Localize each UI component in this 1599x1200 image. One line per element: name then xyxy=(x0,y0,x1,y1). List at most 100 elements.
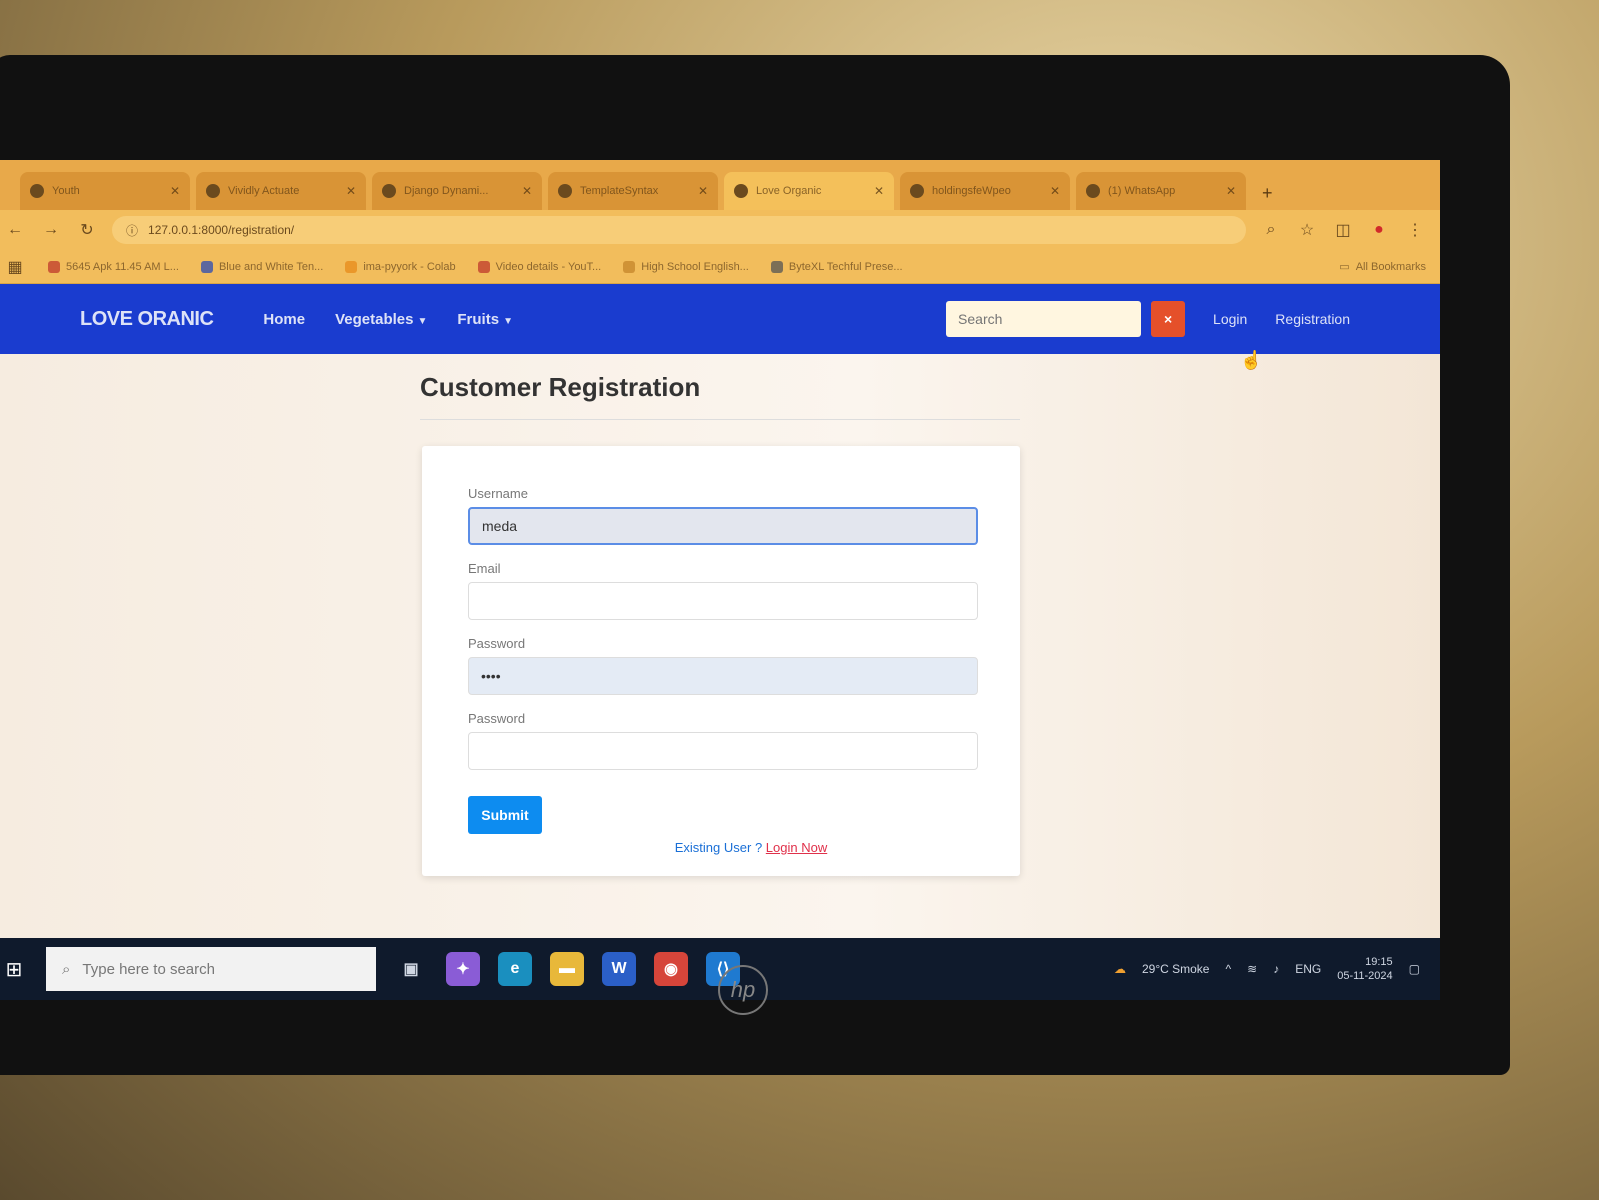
close-icon[interactable]: ✕ xyxy=(874,184,884,198)
close-icon[interactable]: ✕ xyxy=(1050,184,1060,198)
close-icon[interactable]: ✕ xyxy=(698,184,708,198)
bookmark-label: ByteXL Techful Prese... xyxy=(788,260,903,273)
bookmark-item[interactable]: ima-pyyork - Colab xyxy=(345,260,456,273)
new-tab-icon[interactable]: + xyxy=(1252,183,1283,210)
close-icon[interactable]: ✕ xyxy=(522,184,532,198)
site-navbar: LOVE ORANIC Home Vegetables▼ Fruits▼ × L… xyxy=(0,284,1440,354)
profile-icon[interactable]: ● xyxy=(1368,221,1390,239)
reload-icon[interactable]: ↻ xyxy=(76,220,98,240)
all-bookmarks[interactable]: ▭ All Bookmarks xyxy=(1339,260,1426,274)
menu-icon[interactable]: ⋮ xyxy=(1404,220,1426,240)
close-icon[interactable]: ✕ xyxy=(1226,184,1236,198)
nav-vegetables-label: Vegetables xyxy=(335,310,414,328)
browser-tab[interactable]: Django Dynami... ✕ xyxy=(372,172,542,210)
taskbar-search[interactable]: ⌕ Type here to search xyxy=(46,947,376,991)
volume-icon[interactable]: ♪ xyxy=(1273,962,1279,976)
bookmark-item[interactable]: ByteXL Techful Prese... xyxy=(770,260,903,273)
bookmark-item[interactable]: Blue and White Ten... xyxy=(200,260,323,273)
search-icon: ⌕ xyxy=(62,960,71,978)
chrome-icon[interactable]: ◉ xyxy=(654,952,688,986)
existing-user-text: Existing User ? Login Now xyxy=(528,840,974,855)
copilot-icon[interactable]: ✦ xyxy=(446,952,480,986)
forward-icon[interactable]: → xyxy=(40,221,62,239)
notification-icon[interactable]: ▢ xyxy=(1409,962,1420,976)
all-bookmarks-label: All Bookmarks xyxy=(1355,260,1426,273)
existing-user-label: Existing User ? xyxy=(674,840,763,855)
favicon-icon xyxy=(558,184,572,198)
username-label: Username xyxy=(468,486,528,501)
url-field[interactable]: ⓘ 127.0.0.1:8000/registration/ xyxy=(112,216,1246,244)
caret-down-icon: ▼ xyxy=(417,315,428,327)
close-icon[interactable]: ✕ xyxy=(346,184,356,198)
tab-label: Love Organic xyxy=(756,185,822,197)
windows-start-icon[interactable]: ⊞ xyxy=(0,957,28,982)
address-bar-row: ← → ↻ ⓘ 127.0.0.1:8000/registration/ ⌕ ☆… xyxy=(0,210,1440,250)
bookmark-item[interactable]: 5645 Apk 11.45 AM L... xyxy=(48,260,179,273)
whatsapp-icon xyxy=(1086,184,1100,198)
tab-label: Django Dynami... xyxy=(404,185,489,197)
search-button[interactable]: × xyxy=(1151,301,1186,337)
close-icon[interactable]: ✕ xyxy=(170,184,180,198)
edge-icon[interactable]: e xyxy=(498,952,532,986)
browser-tab-bar: Youth ✕ Vividly Actuate ✕ Django Dynami.… xyxy=(0,160,1440,210)
bookmarks-bar: ▦ 5645 Apk 11.45 AM L... Blue and White … xyxy=(0,250,1440,284)
nav-home-label: Home xyxy=(263,310,306,328)
zoom-icon[interactable]: ⌕ xyxy=(1260,221,1282,239)
confirm-password-group: Password xyxy=(468,711,978,770)
bookmark-label: High School English... xyxy=(641,260,749,273)
browser-tab[interactable]: Vividly Actuate ✕ xyxy=(196,172,366,210)
tab-label: TemplateSyntax xyxy=(580,185,659,197)
browser-tab[interactable]: (1) WhatsApp ✕ xyxy=(1076,172,1246,210)
browser-tab-active[interactable]: Love Organic ✕ xyxy=(724,172,894,210)
language-indicator[interactable]: ENG xyxy=(1295,962,1321,976)
email-field[interactable] xyxy=(468,582,978,620)
login-link[interactable]: Login xyxy=(1213,311,1247,327)
browser-tab[interactable]: Youth ✕ xyxy=(20,172,190,210)
email-group: Email xyxy=(468,561,978,620)
github-icon xyxy=(910,184,924,198)
registration-link[interactable]: Registration xyxy=(1275,311,1350,327)
word-icon[interactable]: W xyxy=(602,952,636,986)
browser-tab[interactable]: TemplateSyntax ✕ xyxy=(548,172,718,210)
taskbar-search-placeholder: Type here to search xyxy=(82,960,215,978)
bookmark-item[interactable]: High School English... xyxy=(623,260,749,273)
login-now-link[interactable]: Login Now xyxy=(766,840,827,855)
clock-time: 19:15 xyxy=(1365,955,1393,968)
screen: Youth ✕ Vividly Actuate ✕ Django Dynami.… xyxy=(0,160,1440,1000)
email-label: Email xyxy=(468,561,501,576)
tab-label: Vividly Actuate xyxy=(228,185,300,197)
password-field[interactable] xyxy=(468,657,978,695)
folder-icon: ▭ xyxy=(1339,261,1350,273)
submit-button[interactable]: Submit xyxy=(468,796,542,834)
favicon-icon xyxy=(30,184,44,198)
tab-label: (1) WhatsApp xyxy=(1108,185,1176,197)
nav-fruits-dropdown[interactable]: Fruits ▼ xyxy=(457,311,513,328)
nav-vegetables-dropdown[interactable]: Vegetables ▼ xyxy=(335,311,427,328)
bookmark-item[interactable]: Video details - YouT... xyxy=(477,260,601,273)
weather-text[interactable]: 29°C Smoke xyxy=(1142,962,1210,976)
bookmark-label: 5645 Apk 11.45 AM L... xyxy=(66,260,179,273)
url-text: 127.0.0.1:8000/registration/ xyxy=(148,223,295,237)
search-input[interactable] xyxy=(946,301,1142,337)
task-view-icon[interactable]: ▣ xyxy=(394,952,428,986)
nav-fruits-label: Fruits xyxy=(457,310,500,328)
github-icon xyxy=(206,184,220,198)
confirm-password-field[interactable] xyxy=(468,732,978,770)
apps-icon[interactable]: ▦ xyxy=(4,257,26,277)
extensions-icon[interactable]: ◫ xyxy=(1332,220,1354,240)
nav-home[interactable]: Home xyxy=(263,311,305,328)
nav-right-group: × Login Registration xyxy=(946,301,1350,337)
file-explorer-icon[interactable]: ▬ xyxy=(550,952,584,986)
password-label: Password xyxy=(468,636,526,651)
bookmark-icon xyxy=(770,260,783,273)
site-info-icon[interactable]: ⓘ xyxy=(126,222,138,239)
browser-tab[interactable]: holdingsfeWpeo ✕ xyxy=(900,172,1070,210)
chevron-up-icon[interactable]: ^ xyxy=(1225,962,1231,976)
star-icon[interactable]: ☆ xyxy=(1296,220,1318,240)
site-brand[interactable]: LOVE ORANIC xyxy=(80,308,214,331)
page-title: Customer Registration xyxy=(420,372,701,402)
clock[interactable]: 19:15 05-11-2024 xyxy=(1337,955,1392,984)
back-icon[interactable]: ← xyxy=(4,221,26,239)
wifi-icon[interactable]: ≋ xyxy=(1247,962,1257,976)
username-field[interactable] xyxy=(468,507,978,545)
